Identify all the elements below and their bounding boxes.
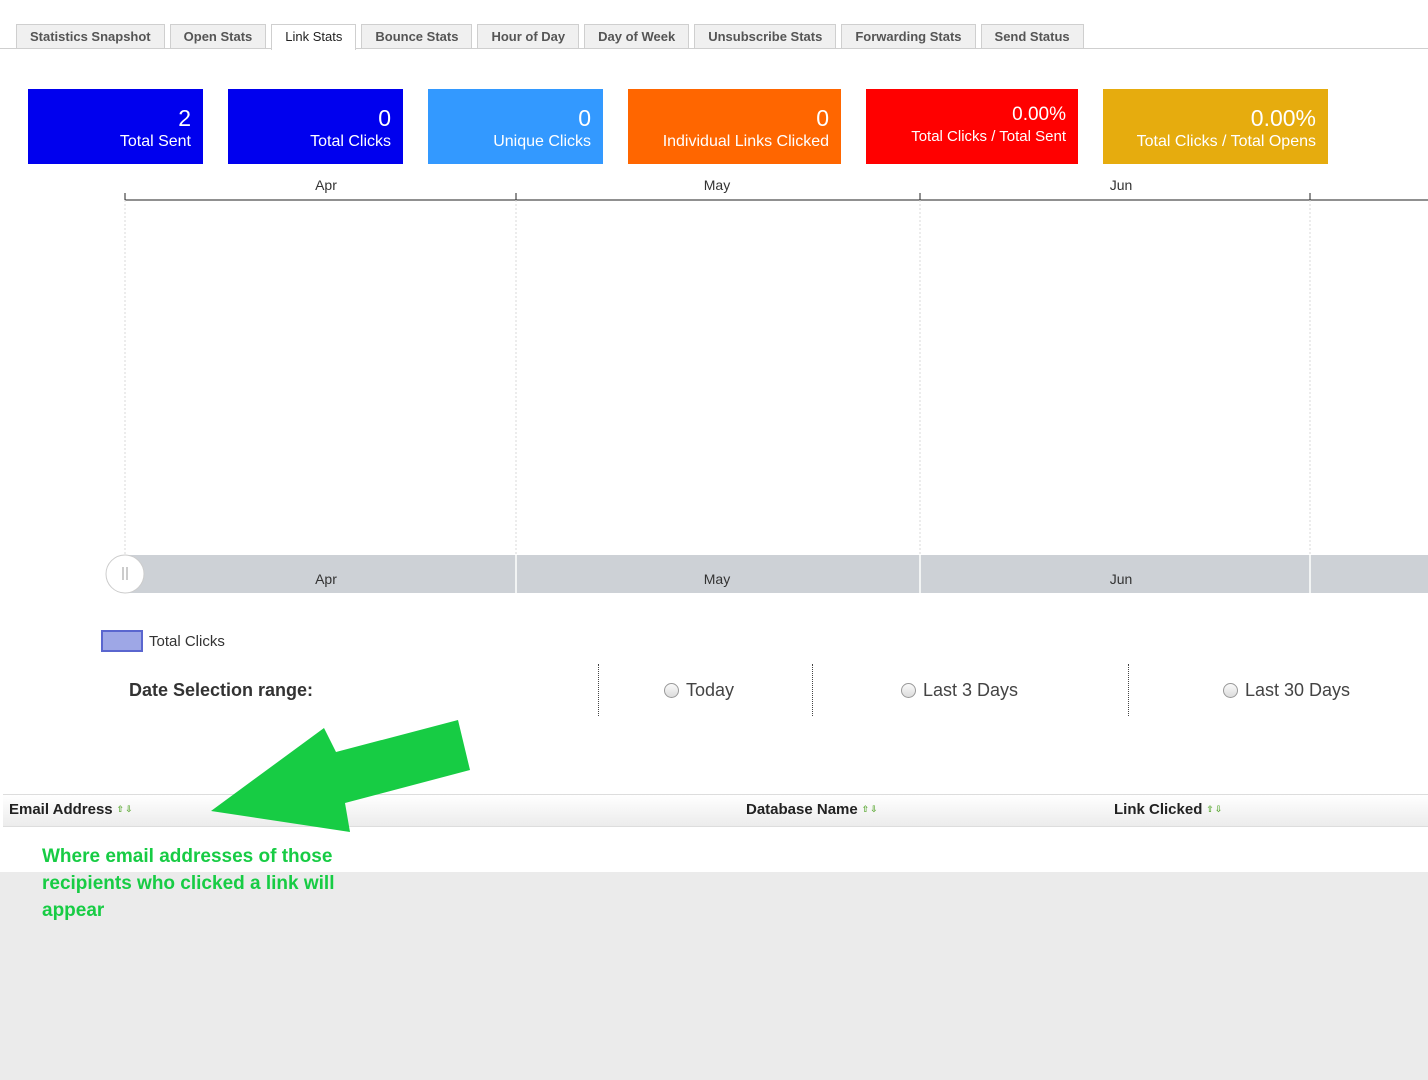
x-tick-label: Jun: [1110, 177, 1133, 193]
legend-swatch: [101, 630, 143, 652]
radio-last-3-days[interactable]: [901, 683, 916, 698]
date-selection-range: Date Selection range: Today Last 3 Days …: [0, 664, 1428, 716]
card-label: Total Sent: [119, 133, 191, 150]
option-last-30-days[interactable]: Last 30 Days: [1223, 680, 1350, 701]
card-clicks-per-sent: 0.00% Total Clicks / Total Sent: [866, 89, 1078, 164]
legend-label: Total Clicks: [149, 632, 225, 650]
chart-legend[interactable]: Total Clicks: [101, 630, 225, 652]
tab-unsubscribe-stats[interactable]: Unsubscribe Stats: [694, 24, 837, 48]
range-divider: [812, 664, 813, 716]
card-total-sent: 2 Total Sent: [28, 89, 203, 164]
tab-divider: [0, 48, 1428, 49]
column-email-address[interactable]: Email Address ⇧⇩: [9, 801, 134, 818]
range-divider: [1128, 664, 1129, 716]
card-value: 2: [178, 105, 191, 131]
tab-forwarding-stats[interactable]: Forwarding Stats: [841, 24, 976, 48]
card-unique-clicks: 0 Unique Clicks: [428, 89, 603, 164]
x-tick-label: May: [704, 177, 730, 193]
card-label: Total Clicks / Total Sent: [911, 128, 1066, 145]
card-individual-links-clicked: 0 Individual Links Clicked: [628, 89, 841, 164]
column-database-name-label: Database Name: [746, 801, 858, 818]
navigator-handle[interactable]: [105, 554, 145, 594]
tab-link-stats[interactable]: Link Stats: [271, 24, 357, 50]
column-database-name[interactable]: Database Name ⇧⇩: [746, 801, 879, 818]
navigator-handle-knob: [105, 554, 145, 594]
card-label: Total Clicks: [310, 133, 391, 150]
clicks-table-header: Email Address ⇧⇩ Database Name ⇧⇩ Link C…: [3, 794, 1428, 827]
card-total-clicks: 0 Total Clicks: [228, 89, 403, 164]
x-tick-label: Apr: [315, 177, 337, 193]
option-last-3-days-label: Last 3 Days: [923, 680, 1019, 700]
sort-arrows-icon[interactable]: ⇧⇩: [1206, 804, 1223, 815]
sort-arrows-icon[interactable]: ⇧⇩: [862, 804, 879, 815]
navigator-label: Jun: [1110, 571, 1133, 587]
column-email-address-label: Email Address: [9, 801, 113, 818]
tab-send-status[interactable]: Send Status: [980, 24, 1084, 48]
option-today[interactable]: Today: [664, 680, 734, 701]
stats-tabs: Statistics Snapshot Open Stats Link Stat…: [16, 24, 1084, 50]
card-value: 0.00%: [1250, 105, 1316, 131]
radio-last-30-days[interactable]: [1223, 683, 1238, 698]
card-value: 0.00%: [1012, 104, 1066, 125]
link-clicks-chart: Apr May Jun Apr May Jun: [105, 177, 1428, 594]
column-link-clicked-label: Link Clicked: [1114, 801, 1203, 818]
option-last-3-days[interactable]: Last 3 Days: [901, 680, 1018, 701]
card-label: Unique Clicks: [493, 133, 591, 150]
tab-hour-of-day[interactable]: Hour of Day: [477, 24, 580, 48]
card-clicks-per-opens: 0.00% Total Clicks / Total Opens: [1103, 89, 1328, 164]
navigator-label: May: [704, 571, 730, 587]
tab-statistics-snapshot[interactable]: Statistics Snapshot: [16, 24, 165, 48]
radio-today[interactable]: [664, 683, 679, 698]
card-value: 0: [578, 105, 591, 131]
option-today-label: Today: [686, 680, 735, 700]
navigator-label: Apr: [315, 571, 337, 587]
tab-open-stats[interactable]: Open Stats: [169, 24, 267, 48]
date-range-title: Date Selection range:: [129, 680, 314, 700]
card-label: Individual Links Clicked: [662, 133, 829, 150]
card-label: Total Clicks / Total Opens: [1136, 133, 1316, 150]
card-value: 0: [378, 105, 391, 131]
option-last-30-days-label: Last 30 Days: [1245, 680, 1351, 700]
range-divider: [598, 664, 599, 716]
card-value: 0: [816, 105, 829, 131]
column-link-clicked[interactable]: Link Clicked ⇧⇩: [1114, 801, 1223, 818]
tab-bounce-stats[interactable]: Bounce Stats: [361, 24, 473, 48]
tab-day-of-week[interactable]: Day of Week: [584, 24, 690, 48]
annotation-note: Where email addresses of those recipient…: [42, 846, 335, 921]
sort-arrows-icon[interactable]: ⇧⇩: [117, 804, 134, 815]
